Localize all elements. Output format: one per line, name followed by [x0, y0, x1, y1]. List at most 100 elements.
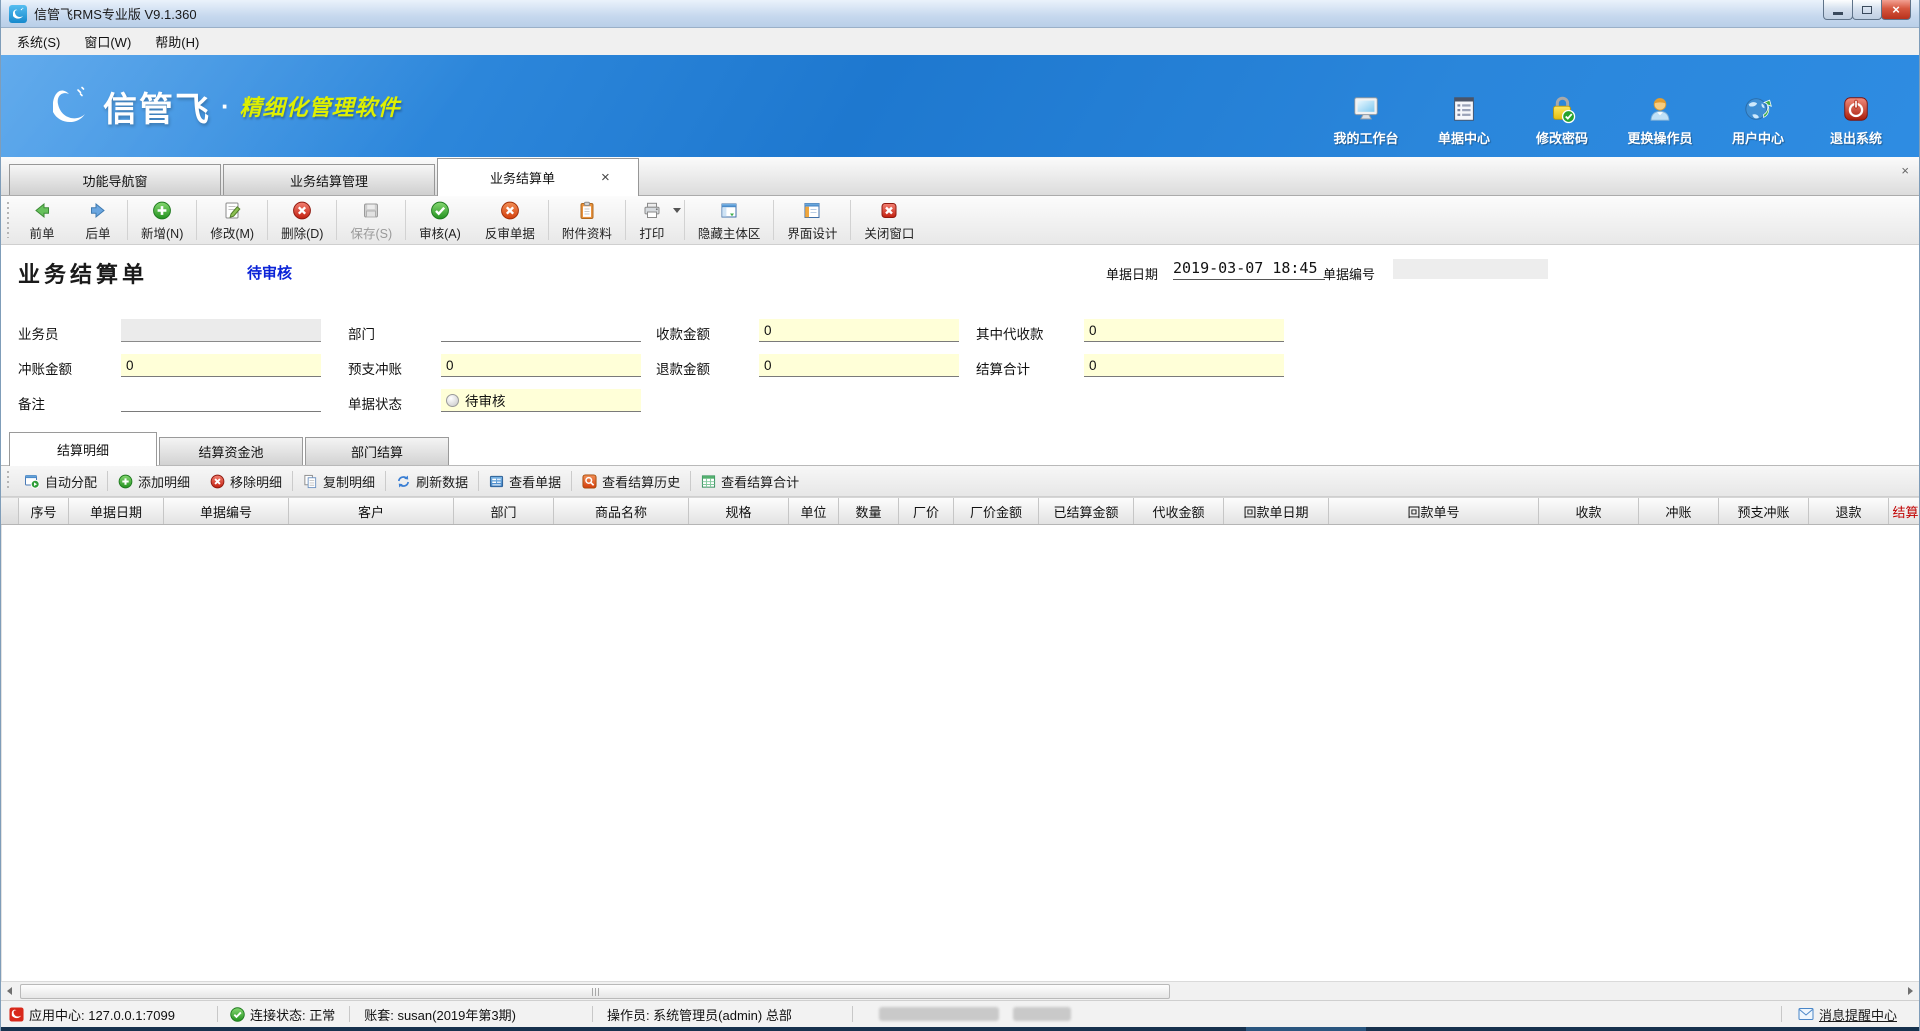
minimize-button[interactable] — [1823, 0, 1853, 20]
switch-operator-button[interactable]: 更换操作员 — [1623, 94, 1697, 147]
attachment-button[interactable]: 附件资料 — [550, 196, 624, 244]
remark-label: 备注 — [18, 393, 45, 413]
refresh-data-button[interactable]: 刷新数据 — [386, 469, 478, 493]
view-total-button[interactable]: 查看结算合计 — [691, 469, 809, 493]
view-history-button[interactable]: 查看结算历史 — [572, 469, 690, 493]
copy-detail-button[interactable]: 复制明细 — [293, 469, 385, 493]
col-refund[interactable]: 退款 — [1809, 498, 1889, 524]
col-factory-price[interactable]: 厂价 — [899, 498, 954, 524]
col-spec[interactable]: 规格 — [689, 498, 789, 524]
switch-operator-person-icon — [1645, 94, 1675, 124]
audit-button[interactable]: 审核(A) — [407, 196, 473, 244]
scroll-right-button[interactable] — [1902, 983, 1919, 1000]
col-payback-date[interactable]: 回款单日期 — [1224, 498, 1329, 524]
workbench-button[interactable]: 我的工作台 — [1329, 94, 1403, 147]
view-total-table-icon — [701, 474, 716, 489]
add-detail-button[interactable]: 添加明细 — [108, 469, 200, 493]
menu-help[interactable]: 帮助(H) — [143, 28, 211, 55]
doc-date-label: 单据日期 — [1106, 264, 1158, 283]
close-window-x-icon — [879, 200, 899, 221]
subtab-settlement-detail[interactable]: 结算明细 — [9, 432, 157, 466]
col-receipt[interactable]: 收款 — [1539, 498, 1639, 524]
remove-detail-button[interactable]: 移除明细 — [200, 469, 292, 493]
prev-doc-button[interactable]: 前单 — [14, 196, 70, 244]
col-doc-no[interactable]: 单据编号 — [164, 498, 289, 524]
col-unit[interactable]: 单位 — [789, 498, 839, 524]
tab-settlement-manage[interactable]: 业务结算管理 — [223, 164, 435, 195]
col-product[interactable]: 商品名称 — [554, 498, 689, 524]
subtab-department-settle[interactable]: 部门结算 — [305, 437, 449, 465]
grid-body[interactable] — [1, 525, 1919, 981]
document-center-button[interactable]: 单据中心 — [1427, 94, 1501, 147]
account-status: 账套: susan(2019年第3期) — [364, 1005, 516, 1024]
toolbar-separator — [684, 200, 685, 240]
tab-settlement-doc[interactable]: 业务结算单 × — [437, 158, 639, 196]
total-field[interactable]: 0 — [1084, 354, 1284, 377]
view-doc-button[interactable]: 查看单据 — [479, 469, 571, 493]
tabstrip-close-button[interactable]: × — [1901, 163, 1909, 178]
department-field[interactable] — [441, 319, 641, 342]
delete-button[interactable]: 删除(D) — [269, 196, 335, 244]
print-button[interactable]: 打印 — [627, 196, 683, 244]
collection-field[interactable]: 0 — [1084, 319, 1284, 342]
workbench-monitor-icon — [1351, 94, 1381, 124]
close-window-button[interactable]: 关闭窗口 — [852, 196, 926, 244]
close-button[interactable]: × — [1881, 0, 1911, 20]
audit-check-icon — [430, 200, 450, 221]
ui-design-button[interactable]: 界面设计 — [775, 196, 849, 244]
menu-window[interactable]: 窗口(W) — [72, 28, 143, 55]
unaudit-button[interactable]: 反审单据 — [473, 196, 547, 244]
auto-assign-button[interactable]: 自动分配 — [14, 469, 107, 493]
doc-no-field[interactable] — [1393, 259, 1548, 279]
col-payback-no[interactable]: 回款单号 — [1329, 498, 1539, 524]
scrollbar-track[interactable] — [18, 983, 1902, 999]
salesman-field[interactable] — [121, 319, 321, 342]
col-doc-date[interactable]: 单据日期 — [69, 498, 164, 524]
col-factory-amount[interactable]: 厂价金额 — [954, 498, 1039, 524]
tab-close-icon[interactable]: × — [601, 170, 610, 185]
col-customer[interactable]: 客户 — [289, 498, 454, 524]
scroll-left-button[interactable] — [1, 983, 18, 1000]
maximize-button[interactable] — [1852, 0, 1882, 20]
subtab-fund-pool[interactable]: 结算资金池 — [159, 437, 303, 465]
message-center-link[interactable]: 消息提醒中心 — [1798, 1005, 1897, 1024]
hide-main-area-button[interactable]: 隐藏主体区 — [686, 196, 773, 244]
change-password-button[interactable]: 修改密码 — [1525, 94, 1599, 147]
horizontal-scrollbar[interactable] — [1, 981, 1919, 1000]
col-agency-amount[interactable]: 代收金额 — [1134, 498, 1224, 524]
next-doc-button[interactable]: 后单 — [70, 196, 126, 244]
col-seq[interactable]: 序号 — [19, 498, 69, 524]
col-offset[interactable]: 冲账 — [1639, 498, 1719, 524]
brand-name: 信管飞 — [103, 82, 211, 131]
remark-field[interactable] — [121, 389, 321, 412]
user-center-button[interactable]: 用户中心 — [1721, 94, 1795, 147]
collection-value: 0 — [1089, 323, 1097, 338]
grid-row-indicator-header — [1, 498, 19, 524]
scrollbar-thumb[interactable] — [20, 984, 1170, 999]
col-advance-offset[interactable]: 预支冲账 — [1719, 498, 1809, 524]
offset-field[interactable]: 0 — [121, 354, 321, 377]
save-button[interactable]: 保存(S) — [338, 196, 404, 244]
exit-system-button[interactable]: 退出系统 — [1819, 94, 1893, 147]
window-controls: × — [1824, 0, 1911, 20]
doc-date-field[interactable]: 2019-03-07 18:45 — [1173, 259, 1325, 280]
window-title: 信管飞RMS专业版 V9.1.360 — [34, 4, 197, 23]
next-arrow-icon — [88, 200, 108, 221]
toolbar-separator — [405, 200, 406, 240]
menu-system[interactable]: 系统(S) — [5, 28, 72, 55]
tab-settlement-doc-label: 业务结算单 — [490, 168, 555, 187]
add-button[interactable]: 新增(N) — [129, 196, 195, 244]
refund-field[interactable]: 0 — [759, 354, 959, 377]
col-settle-amount[interactable]: 结算金额 — [1889, 498, 1919, 524]
copy-detail-icon — [303, 474, 318, 489]
tab-function-nav[interactable]: 功能导航窗 — [9, 164, 221, 195]
toolbar-separator — [625, 200, 626, 240]
advance-offset-field[interactable]: 0 — [441, 354, 641, 377]
col-settled-amount[interactable]: 已结算金额 — [1039, 498, 1134, 524]
col-qty[interactable]: 数量 — [839, 498, 899, 524]
col-department[interactable]: 部门 — [454, 498, 554, 524]
print-dropdown-arrow-icon[interactable] — [673, 208, 681, 213]
doc-status-field[interactable]: 待审核 — [441, 389, 641, 412]
edit-button[interactable]: 修改(M) — [198, 196, 266, 244]
receipt-field[interactable]: 0 — [759, 319, 959, 342]
